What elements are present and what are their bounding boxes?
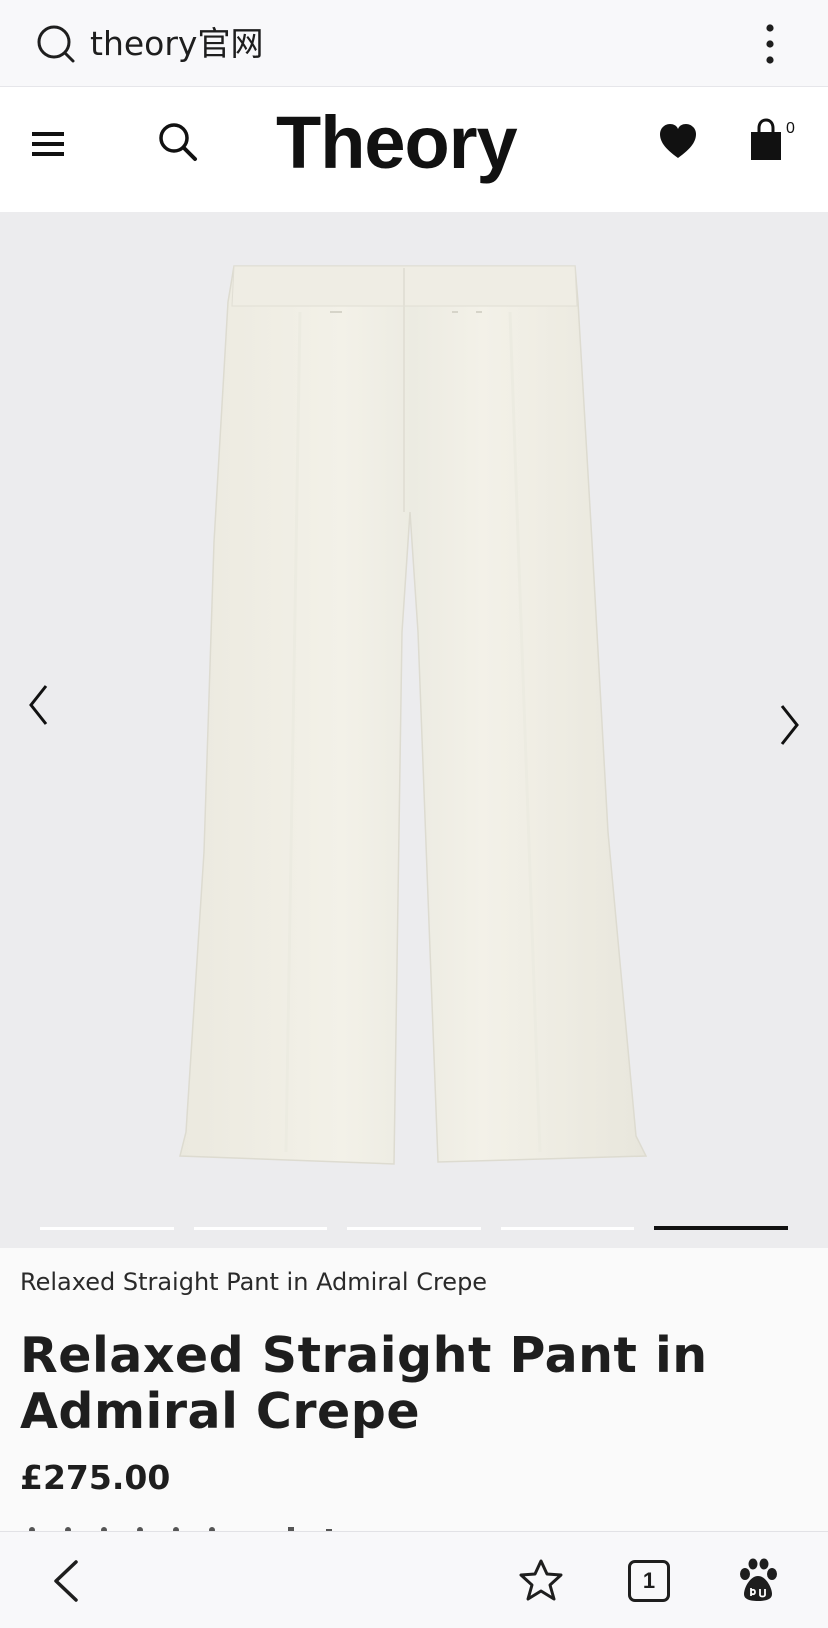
heart-icon[interactable] <box>658 122 698 162</box>
search-icon[interactable] <box>156 120 200 164</box>
baidu-paw-icon[interactable] <box>736 1558 780 1602</box>
breadcrumb[interactable]: Relaxed Straight Pant in Admiral Crepe <box>20 1268 487 1296</box>
browser-bottom-bar: 1 <box>0 1531 828 1628</box>
brand-logo[interactable]: Theory <box>276 98 556 188</box>
product-price: £275.00 <box>20 1458 171 1497</box>
carousel-dot[interactable] <box>500 1227 635 1230</box>
chevron-right-icon[interactable] <box>776 702 802 748</box>
carousel-dot[interactable] <box>40 1227 174 1230</box>
product-title: Relaxed Straight Pant in Admiral Crepe <box>20 1327 708 1440</box>
carousel-dot[interactable] <box>347 1227 481 1230</box>
hamburger-icon[interactable] <box>30 124 66 164</box>
tab-count-button[interactable]: 1 <box>628 1560 670 1602</box>
star-icon[interactable] <box>518 1558 564 1604</box>
carousel-dot[interactable] <box>654 1226 788 1230</box>
site-header: Theory 0 <box>0 88 828 212</box>
back-arrow-icon[interactable] <box>50 1558 82 1604</box>
product-info: Relaxed Straight Pant in Admiral Crepe R… <box>0 1248 828 1531</box>
bag-count-badge: 0 <box>786 120 795 137</box>
more-vertical-icon[interactable] <box>756 22 784 66</box>
carousel-indicators <box>40 1226 788 1232</box>
product-image-carousel[interactable] <box>0 212 828 1248</box>
carousel-dot[interactable] <box>193 1227 328 1230</box>
chevron-left-icon[interactable] <box>26 682 52 728</box>
product-image <box>179 265 648 1165</box>
search-icon[interactable] <box>36 24 76 64</box>
shopping-bag-icon[interactable] <box>748 118 784 162</box>
browser-search-bar[interactable]: theory官网 <box>0 0 828 87</box>
truncated-content <box>29 1527 332 1531</box>
browser-query-text[interactable]: theory官网 <box>90 22 263 66</box>
